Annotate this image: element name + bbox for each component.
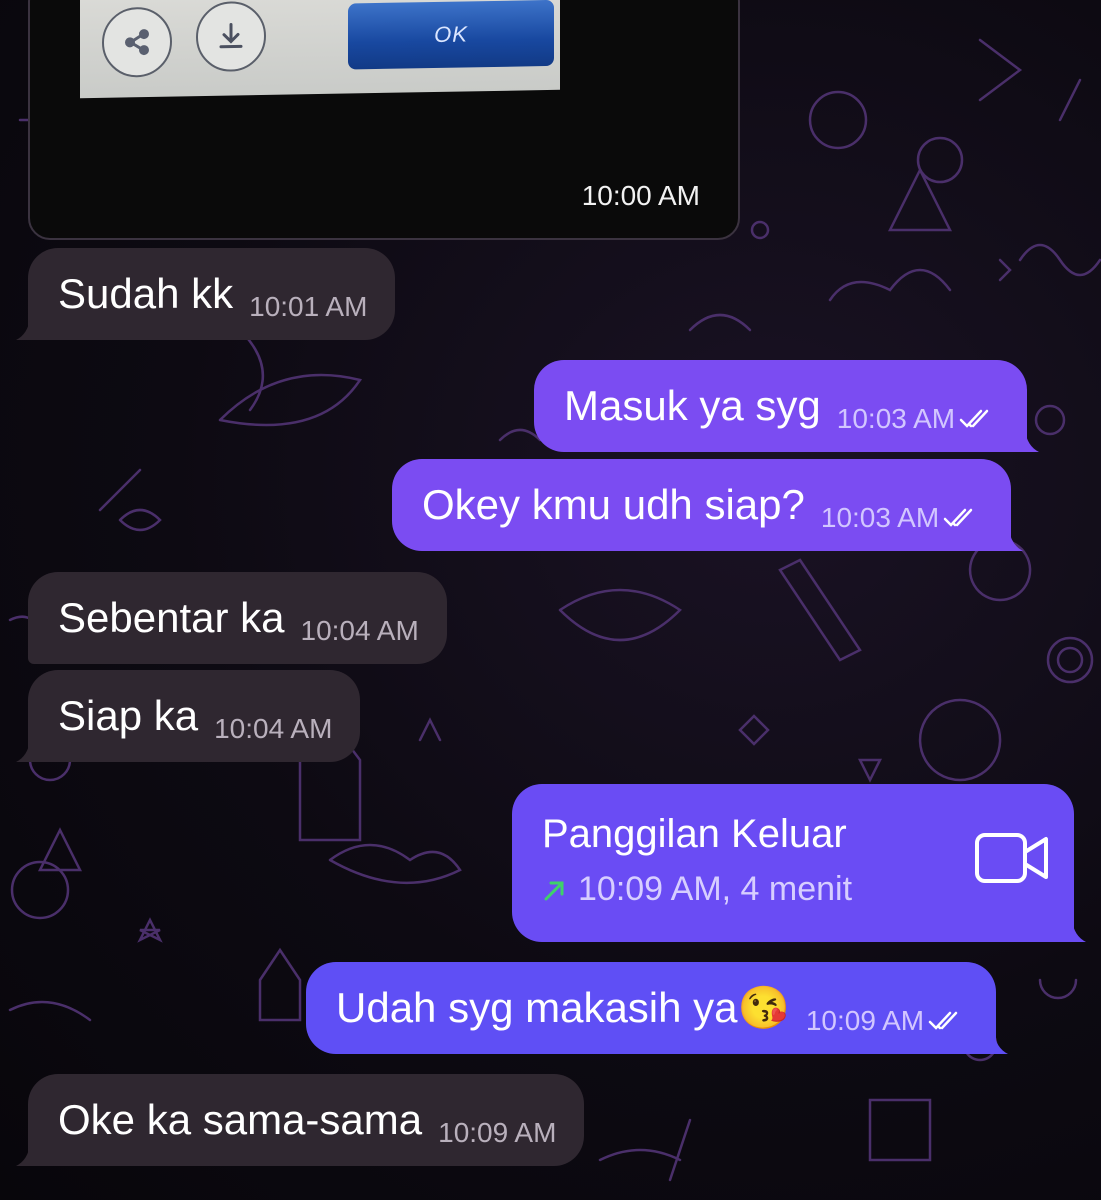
double-check-icon xyxy=(943,508,973,527)
video-camera-icon[interactable] xyxy=(974,832,1050,884)
outgoing-message[interactable]: Udah syg makasih ya😘 10:09 AM xyxy=(306,962,1009,1054)
message-time: 10:04 AM xyxy=(300,615,419,646)
bubble-tail xyxy=(16,318,40,340)
message-time: 10:03 AM xyxy=(820,502,940,533)
bubble-tail xyxy=(16,740,40,762)
message-time: 10:00 AM xyxy=(581,180,700,211)
message-time: 10:04 AM xyxy=(214,713,333,744)
call-detail: 10:09 AM, 4 menit xyxy=(578,870,853,908)
message-time: 10:09 AM xyxy=(805,1005,925,1036)
incoming-message[interactable]: Sebentar ka 10:04 AM xyxy=(28,572,447,664)
incoming-message[interactable]: Oke ka sama-sama 10:09 AM xyxy=(16,1074,585,1166)
image-message[interactable]: OK 10:00 AM xyxy=(28,0,740,240)
double-check-icon xyxy=(928,1011,958,1030)
message-time: 10:01 AM xyxy=(249,291,368,322)
incoming-message[interactable]: Sudah kk 10:01 AM xyxy=(16,248,396,340)
message-time: 10:03 AM xyxy=(836,403,956,434)
bubble-tail xyxy=(1062,920,1086,942)
photo-screen-area: OK xyxy=(80,0,560,99)
download-icon xyxy=(196,0,266,73)
message-text: Masuk ya syg xyxy=(564,382,821,429)
bubble-tail xyxy=(16,1144,40,1166)
bubble-tail xyxy=(1015,430,1040,452)
chat-screen: OK 10:00 AM Sudah kk 10:01 AM Masuk ya s… xyxy=(0,0,1101,1200)
bubble-tail xyxy=(999,529,1024,551)
message-text: Sebentar ka xyxy=(58,594,285,641)
message-text: Udah syg makasih ya😘 xyxy=(336,983,790,1031)
message-text: Oke ka sama-sama xyxy=(58,1096,423,1143)
message-text: Siap ka xyxy=(58,692,199,739)
outgoing-arrow-icon xyxy=(544,881,564,900)
message-time: 10:09 AM xyxy=(438,1117,557,1148)
outgoing-message[interactable]: Masuk ya syg 10:03 AM xyxy=(534,360,1040,452)
message-text: Okey kmu udh siap? xyxy=(422,481,805,528)
bubble-tail xyxy=(984,1032,1009,1054)
call-title: Panggilan Keluar xyxy=(542,812,847,856)
incoming-message[interactable]: Siap ka 10:04 AM xyxy=(16,670,361,762)
photo-ok-label: OK xyxy=(348,0,554,70)
double-check-icon xyxy=(959,409,989,428)
outgoing-message[interactable]: Okey kmu udh siap? 10:03 AM xyxy=(392,459,1024,551)
outgoing-call-message[interactable]: Panggilan Keluar 10:09 AM, 4 menit xyxy=(512,784,1086,942)
message-text: Sudah kk xyxy=(58,270,234,317)
share-icon xyxy=(102,6,172,78)
